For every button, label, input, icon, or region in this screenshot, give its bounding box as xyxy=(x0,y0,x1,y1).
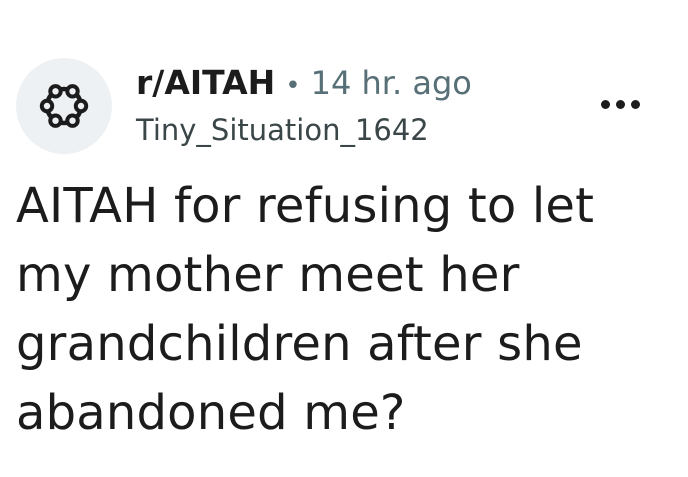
post-title[interactable]: AITAH for refusing to let my mother meet… xyxy=(16,172,666,448)
post-card: r/AITAH • 14 hr. ago Tiny_Situation_1642… xyxy=(0,0,688,477)
more-options-icon xyxy=(615,99,625,109)
subreddit-community-icon xyxy=(39,84,89,128)
author-link[interactable]: Tiny_Situation_1642 xyxy=(136,111,472,149)
more-options-button[interactable] xyxy=(596,86,644,122)
more-options-icon xyxy=(630,99,640,109)
subreddit-avatar[interactable] xyxy=(16,58,112,154)
post-meta-line: r/AITAH • 14 hr. ago xyxy=(136,62,472,107)
post-timestamp: 14 hr. ago xyxy=(310,64,472,102)
post-meta: r/AITAH • 14 hr. ago Tiny_Situation_1642 xyxy=(136,62,472,149)
subreddit-link[interactable]: r/AITAH xyxy=(136,62,275,104)
more-options-icon xyxy=(600,99,610,109)
separator-dot: • xyxy=(285,71,301,101)
